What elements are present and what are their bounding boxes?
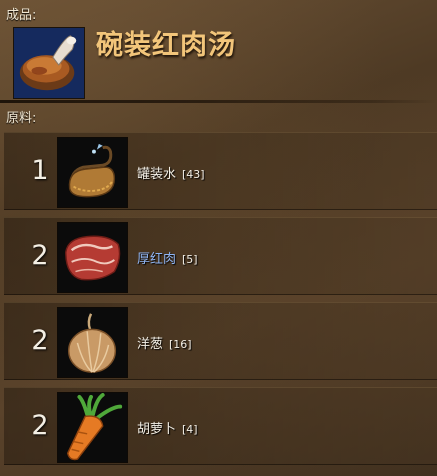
ingredient-row-onion: 2 洋葱 [16] xyxy=(4,302,437,380)
ingredient-quantity: 2 xyxy=(31,410,49,441)
product-title: 碗装红肉汤 xyxy=(96,30,236,61)
ingredient-owned-count: [5] xyxy=(182,253,198,266)
product-section-label: 成品: xyxy=(6,8,37,23)
ingredient-name[interactable]: 洋葱 [16] xyxy=(137,333,192,352)
carrot-icon[interactable] xyxy=(57,392,128,463)
red-meat-icon[interactable] xyxy=(57,222,128,293)
ingredient-quantity: 1 xyxy=(31,155,49,186)
ingredient-owned-count: [4] xyxy=(182,423,198,436)
ingredient-quantity: 2 xyxy=(31,240,49,271)
ingredient-label: 厚红肉 xyxy=(137,252,177,267)
ingredient-row-jug-of-water: 1 罐装水 [43] xyxy=(4,132,437,210)
ingredient-label: 罐装水 xyxy=(137,167,177,182)
ingredient-name[interactable]: 罐装水 [43] xyxy=(137,163,205,182)
ingredient-row-red-meat: 2 厚红肉 [5] xyxy=(4,217,437,295)
bowl-of-red-meat-soup-icon[interactable] xyxy=(13,27,85,99)
ingredient-quantity: 2 xyxy=(31,325,49,356)
ingredient-name[interactable]: 胡萝卜 [4] xyxy=(137,418,198,437)
onion-icon[interactable] xyxy=(57,307,128,378)
ingredient-name[interactable]: 厚红肉 [5] xyxy=(137,248,198,267)
ingredient-owned-count: [16] xyxy=(169,338,192,351)
materials-section-label: 原料: xyxy=(6,111,37,126)
ingredient-row-carrot: 2 胡萝卜 [4] xyxy=(4,387,437,465)
jug-of-water-icon[interactable] xyxy=(57,137,128,208)
ingredient-owned-count: [43] xyxy=(182,168,205,181)
ingredient-label: 胡萝卜 xyxy=(137,422,177,437)
section-divider xyxy=(0,100,437,103)
ingredient-label: 洋葱 xyxy=(137,337,164,352)
